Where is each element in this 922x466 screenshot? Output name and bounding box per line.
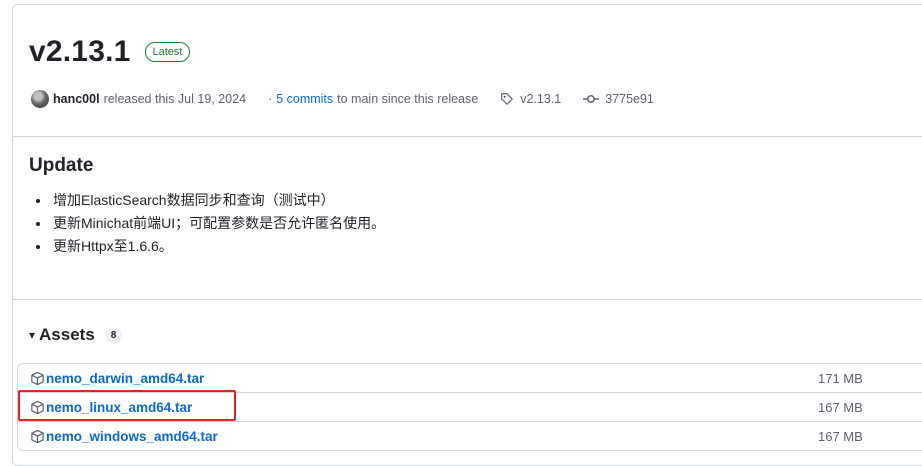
notes-heading: Update [29,155,94,176]
asset-size: 167 MB [818,399,863,415]
caret-down-icon: ▾ [29,328,36,342]
assets-count-badge: 8 [104,327,123,343]
list-item: 更新Httpx至1.6.6。 [51,235,385,258]
commits-link[interactable]: 5 commits [276,92,333,106]
asset-row: nemo_linux_amd64.tar 167 MB [18,392,922,421]
assets-toggle[interactable]: ▾ Assets 8 [29,325,123,345]
asset-name: nemo_linux_amd64.tar [46,399,193,415]
header-divider [13,136,922,137]
author-link[interactable]: hanc00l [53,92,100,106]
released-text: released this Jul 19, 2024 [103,92,247,106]
commits-prefix: · [268,92,273,106]
release-title[interactable]: v2.13.1 [29,35,131,69]
commits-suffix: to main since this release [337,92,479,106]
asset-size: 171 MB [818,370,863,386]
tag-link[interactable]: v2.13.1 [500,92,561,106]
asset-list: nemo_darwin_amd64.tar 171 MB nemo_linux_… [17,363,922,451]
tag-label: v2.13.1 [520,92,562,106]
package-icon [31,400,44,414]
release-notes: Update 增加ElasticSearch数据同步和查询（测试中） 更新Min… [29,155,385,258]
asset-link[interactable]: nemo_darwin_amd64.tar [30,371,204,386]
latest-badge: Latest [144,42,191,62]
commit-hash: 3775e91 [605,92,654,106]
asset-link[interactable]: nemo_windows_amd64.tar [30,429,218,444]
avatar[interactable] [31,90,49,108]
notes-divider [13,299,922,300]
list-item: 增加ElasticSearch数据同步和查询（测试中） [51,189,385,212]
asset-name: nemo_windows_amd64.tar [46,428,218,444]
asset-row: nemo_darwin_amd64.tar 171 MB [18,364,922,392]
package-icon [31,371,44,385]
title-row: v2.13.1 Latest [29,35,191,69]
release-header: v2.13.1 Latest hanc00l released this Jul… [13,5,922,135]
asset-size: 167 MB [818,428,863,444]
git-commit-icon [583,95,600,103]
package-icon [31,429,44,443]
assets-heading: Assets [39,325,95,344]
release-meta: hanc00l released this Jul 19, 2024 · 5 c… [31,90,654,108]
tag-icon [501,93,514,105]
asset-name: nemo_darwin_amd64.tar [46,370,205,386]
list-item: 更新Minichat前端UI；可配置参数是否允许匿名使用。 [51,212,385,235]
notes-list: 增加ElasticSearch数据同步和查询（测试中） 更新Minichat前端… [29,189,385,258]
asset-link[interactable]: nemo_linux_amd64.tar [30,400,192,415]
asset-row: nemo_windows_amd64.tar 167 MB [18,421,922,450]
commit-link[interactable]: 3775e91 [583,92,654,106]
